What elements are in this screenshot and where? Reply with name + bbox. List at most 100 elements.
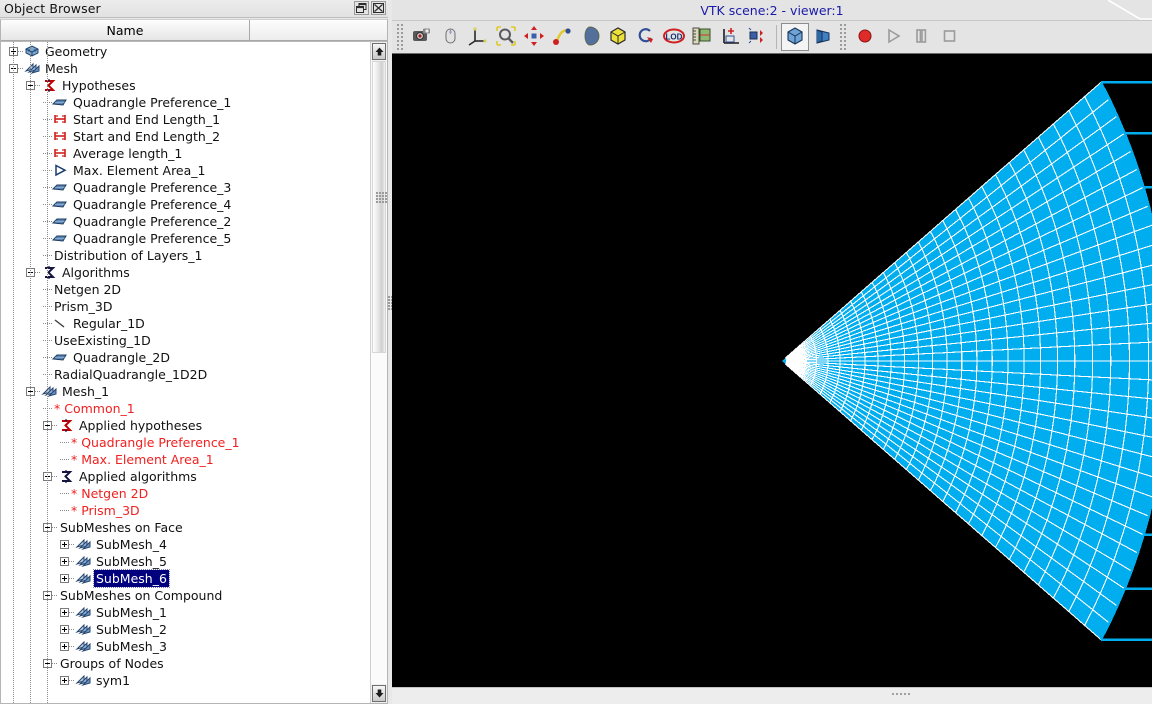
tree-item-label: * Quadrangle Preference_1 <box>71 435 240 450</box>
tree-item-prism-3d[interactable]: * Prism_3D <box>1 502 370 519</box>
mesh-icon <box>75 571 91 586</box>
tree-item-mesh-1[interactable]: Mesh_1 <box>1 383 370 400</box>
tree-item-common-1[interactable]: * Common_1 <box>1 400 370 417</box>
front-view-button[interactable] <box>604 23 632 51</box>
expand-icon[interactable] <box>60 557 69 566</box>
vtk-render-canvas[interactable] <box>392 54 1152 687</box>
toolbar-drag-handle[interactable] <box>839 24 847 50</box>
line-icon <box>52 316 68 331</box>
scroll-up-button[interactable] <box>372 43 386 60</box>
play-button[interactable] <box>879 23 907 51</box>
svg-text:LOD: LOD <box>666 32 683 41</box>
lod-button[interactable]: LOD <box>660 23 688 51</box>
pan-button[interactable] <box>520 23 548 51</box>
object-tree[interactable]: Geometry Mesh Hypotheses Quadrangle Prefere… <box>1 42 370 703</box>
sigma-red-icon <box>58 418 74 433</box>
tree-item-submesh-3[interactable]: SubMesh_3 <box>1 638 370 655</box>
tree-item-radialquadrangle-1d2d[interactable]: RadialQuadrangle_1D2D <box>1 366 370 383</box>
tree-item-regular-1d[interactable]: Regular_1D <box>1 315 370 332</box>
column-header-name[interactable]: Name <box>1 20 250 41</box>
tree-item-hypotheses[interactable]: Hypotheses <box>1 77 370 94</box>
tree-item-submeshes-on-compound[interactable]: SubMeshes on Compound <box>1 587 370 604</box>
reset-view-button[interactable] <box>632 23 660 51</box>
restore-button[interactable] <box>354 1 369 15</box>
graduated-axes-button[interactable] <box>716 23 744 51</box>
tree-item-prism-3d[interactable]: Prism_3D <box>1 298 370 315</box>
tree-item-label: SubMesh_3 <box>96 639 167 654</box>
tree-item-quadrangle-2d[interactable]: Quadrangle_2D <box>1 349 370 366</box>
tree-item-submesh-2[interactable]: SubMesh_2 <box>1 621 370 638</box>
stop-button[interactable] <box>935 23 963 51</box>
toolbar-drag-handle[interactable] <box>396 24 404 50</box>
magnifier-icon <box>495 25 517 50</box>
quad-icon <box>52 350 68 365</box>
tree-item-submesh-5[interactable]: SubMesh_5 <box>1 553 370 570</box>
tree-item-label: Regular_1D <box>73 316 145 331</box>
scrollbar-track[interactable] <box>371 61 387 684</box>
tree-item-groups-of-nodes[interactable]: Groups of Nodes <box>1 655 370 672</box>
tree-item-quadrangle-preference-3[interactable]: Quadrangle Preference_3 <box>1 179 370 196</box>
global-panning-button[interactable] <box>548 23 576 51</box>
expand-icon[interactable] <box>60 676 69 685</box>
orthographic-button[interactable] <box>781 23 809 51</box>
tree-item-sym1[interactable]: sym1 <box>1 672 370 689</box>
vtk-viewer-titlebar: VTK scene:2 - viewer:1 <box>392 0 1152 21</box>
tree-item-start-and-end-length-1[interactable]: Start and End Length_1 <box>1 111 370 128</box>
tree-item-netgen-2d[interactable]: Netgen 2D <box>1 281 370 298</box>
tree-item-quadrangle-preference-2[interactable]: Quadrangle Preference_2 <box>1 213 370 230</box>
expand-icon[interactable] <box>60 608 69 617</box>
perspective-button[interactable] <box>809 23 837 51</box>
tree-item-max-element-area-1[interactable]: Max. Element Area_1 <box>1 162 370 179</box>
trihedron-icon <box>467 25 489 50</box>
tree-item-label: Quadrangle_2D <box>73 350 171 365</box>
viewer-resize-grip[interactable] <box>1100 0 1152 20</box>
dump-view-button[interactable] <box>408 23 436 51</box>
tree-item-submeshes-on-face[interactable]: SubMeshes on Face <box>1 519 370 536</box>
tree-item-max-element-area-1[interactable]: * Max. Element Area_1 <box>1 451 370 468</box>
tree-item-quadrangle-preference-5[interactable]: Quadrangle Preference_5 <box>1 230 370 247</box>
viewer-bottom-splitter[interactable] <box>392 687 1152 704</box>
tree-item-submesh-4[interactable]: SubMesh_4 <box>1 536 370 553</box>
show-trihedron-button[interactable] <box>464 23 492 51</box>
tree-item-start-and-end-length-2[interactable]: Start and End Length_2 <box>1 128 370 145</box>
tree-item-average-length-1[interactable]: Average length_1 <box>1 145 370 162</box>
update-rate-button[interactable] <box>744 23 772 51</box>
fit-all-button[interactable] <box>492 23 520 51</box>
tree-item-geometry[interactable]: Geometry <box>1 43 370 60</box>
tree-item-algorithms[interactable]: Algorithms <box>1 264 370 281</box>
tree-item-useexisting-1d[interactable]: UseExisting_1D <box>1 332 370 349</box>
graduated-axes-icon <box>719 25 741 50</box>
tree-item-submesh-6[interactable]: SubMesh_6 <box>1 569 370 588</box>
sigma-red-icon <box>41 78 57 93</box>
tree-item-netgen-2d[interactable]: * Netgen 2D <box>1 485 370 502</box>
quad-icon <box>52 95 68 110</box>
expand-icon[interactable] <box>60 540 69 549</box>
scaling-button[interactable] <box>688 23 716 51</box>
tree-item-quadrangle-preference-1[interactable]: * Quadrangle Preference_1 <box>1 434 370 451</box>
quad-icon <box>52 214 68 229</box>
scrollbar-thumb[interactable] <box>372 61 387 353</box>
tree-item-quadrangle-preference-4[interactable]: Quadrangle Preference_4 <box>1 196 370 213</box>
tree-item-label: Quadrangle Preference_2 <box>73 214 232 229</box>
tree-vertical-scrollbar[interactable] <box>370 42 387 703</box>
expand-icon[interactable] <box>60 642 69 651</box>
pause-button[interactable] <box>907 23 935 51</box>
expand-icon[interactable] <box>60 574 69 583</box>
close-button[interactable] <box>371 1 386 15</box>
change-interaction-button[interactable] <box>436 23 464 51</box>
tree-item-applied-hypotheses[interactable]: Applied hypotheses <box>1 417 370 434</box>
tree-item-distribution-of-layers-1[interactable]: Distribution of Layers_1 <box>1 247 370 264</box>
scroll-down-button[interactable] <box>372 685 386 702</box>
quad-icon <box>52 197 68 212</box>
record-button[interactable] <box>851 23 879 51</box>
tree-item-label: SubMesh_4 <box>96 537 167 552</box>
quad-icon <box>52 231 68 246</box>
expand-icon[interactable] <box>60 625 69 634</box>
tree-item-applied-algorithms[interactable]: Applied algorithms <box>1 468 370 485</box>
tree-item-submesh-1[interactable]: SubMesh_1 <box>1 604 370 621</box>
tree-item-label: SubMesh_6 <box>93 569 170 588</box>
tree-item-mesh[interactable]: Mesh <box>1 60 370 77</box>
tree-item-quadrangle-preference-1[interactable]: Quadrangle Preference_1 <box>1 94 370 111</box>
rotate-button[interactable] <box>576 23 604 51</box>
pan-icon <box>523 25 545 50</box>
